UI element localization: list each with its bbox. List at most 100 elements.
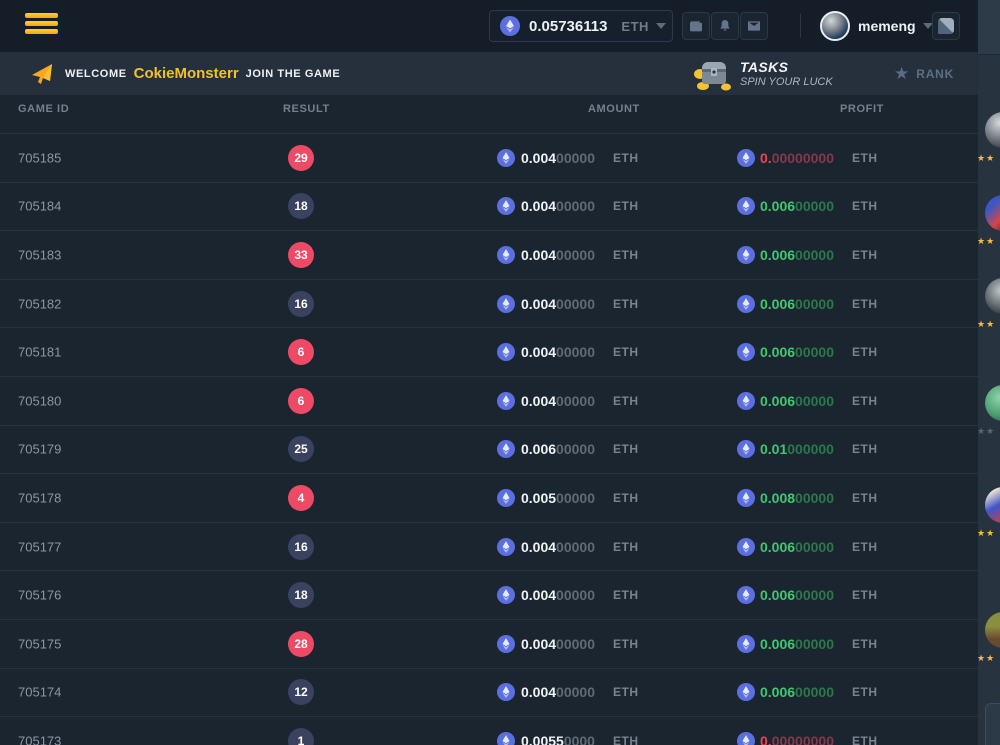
game-id: 705173 bbox=[18, 733, 61, 745]
amount-currency: ETH bbox=[613, 248, 639, 262]
eth-coin-icon bbox=[737, 392, 755, 410]
game-id: 705175 bbox=[18, 636, 61, 651]
table-row[interactable]: 705183 33 0.00400000 ETH 0.00600000 ETH bbox=[0, 230, 978, 279]
table-row[interactable]: 705176 18 0.00400000 ETH 0.00600000 ETH bbox=[0, 570, 978, 619]
eth-coin-icon bbox=[737, 489, 755, 507]
top-bar: 0.05736113 ETH bbox=[0, 0, 978, 52]
balance-selector[interactable]: 0.05736113 ETH bbox=[489, 10, 673, 42]
user-menu[interactable]: memeng bbox=[820, 10, 933, 42]
amount-value: 0.00400000 bbox=[521, 684, 595, 700]
tasks-widget[interactable]: TASKS SPIN YOUR LUCK bbox=[690, 52, 833, 95]
chat-user: ★★ bbox=[977, 487, 1000, 539]
eth-coin-icon bbox=[497, 343, 515, 361]
eth-coin-icon bbox=[737, 149, 755, 167]
table-row[interactable]: 705180 6 0.00400000 ETH 0.00600000 ETH bbox=[0, 376, 978, 425]
amount-value: 0.00600000 bbox=[521, 441, 595, 457]
result-badge: 6 bbox=[288, 388, 314, 414]
profit-currency: ETH bbox=[852, 540, 878, 554]
wallet-icon bbox=[688, 18, 704, 34]
wallet-button[interactable] bbox=[682, 12, 710, 40]
welcome-username: CokieMonsterr bbox=[134, 65, 239, 82]
result-badge: 28 bbox=[288, 631, 314, 657]
table-row[interactable]: 705185 29 0.00400000 ETH 0.00000000 ETH bbox=[0, 133, 978, 182]
chat-user-stars: ★★ bbox=[977, 426, 1000, 437]
result-badge: 12 bbox=[288, 679, 314, 705]
amount-value: 0.00400000 bbox=[521, 539, 595, 555]
result-badge: 16 bbox=[288, 291, 314, 317]
profit-currency: ETH bbox=[852, 199, 878, 213]
eth-coin-icon bbox=[497, 149, 515, 167]
column-header-profit: PROFIT bbox=[840, 103, 884, 115]
eth-coin-icon bbox=[737, 440, 755, 458]
game-id: 705184 bbox=[18, 199, 61, 214]
amount-currency: ETH bbox=[613, 491, 639, 505]
messages-button[interactable] bbox=[740, 12, 768, 40]
table-row[interactable]: 705173 1 0.00550000 ETH 0.00000000 ETH bbox=[0, 716, 978, 745]
profit-value: 0.00600000 bbox=[760, 247, 834, 263]
chat-user: ★★ bbox=[977, 278, 1000, 330]
result-badge: 4 bbox=[288, 485, 314, 511]
eth-coin-icon bbox=[497, 440, 515, 458]
chat-user-avatar[interactable] bbox=[985, 195, 1000, 231]
chat-sidebar: ★★ ★★ ★★ ★★ ★★ ★★ bbox=[978, 0, 1000, 745]
eth-coin-icon bbox=[737, 732, 755, 745]
chat-user-avatar[interactable] bbox=[985, 612, 1000, 648]
table-row[interactable]: 705181 6 0.00400000 ETH 0.00600000 ETH bbox=[0, 327, 978, 376]
chat-user: ★★ bbox=[977, 385, 1000, 437]
table-row[interactable]: 705182 16 0.00400000 ETH 0.00600000 ETH bbox=[0, 279, 978, 328]
amount-currency: ETH bbox=[613, 637, 639, 651]
result-badge: 33 bbox=[288, 242, 314, 268]
amount-currency: ETH bbox=[613, 685, 639, 699]
amount-value: 0.00500000 bbox=[521, 490, 595, 506]
table-row[interactable]: 705177 16 0.00400000 ETH 0.00600000 ETH bbox=[0, 522, 978, 571]
tasks-title: TASKS bbox=[740, 59, 833, 75]
eth-coin-icon bbox=[737, 197, 755, 215]
chevron-down-icon bbox=[656, 23, 666, 29]
table-row[interactable]: 705174 12 0.00400000 ETH 0.00600000 ETH bbox=[0, 668, 978, 717]
profit-currency: ETH bbox=[852, 442, 878, 456]
eth-coin-icon bbox=[737, 586, 755, 604]
amount-currency: ETH bbox=[613, 540, 639, 554]
table-row[interactable]: 705178 4 0.00500000 ETH 0.00800000 ETH bbox=[0, 473, 978, 522]
game-id: 705180 bbox=[18, 393, 61, 408]
game-id: 705177 bbox=[18, 539, 61, 554]
rank-widget[interactable]: ★ RANK bbox=[894, 52, 954, 95]
amount-value: 0.00400000 bbox=[521, 296, 595, 312]
megaphone-icon bbox=[30, 61, 56, 87]
game-id: 705183 bbox=[18, 247, 61, 262]
chat-toggle-button[interactable] bbox=[932, 12, 960, 40]
user-avatar bbox=[820, 11, 850, 41]
profit-currency: ETH bbox=[852, 297, 878, 311]
eth-coin-icon bbox=[737, 295, 755, 313]
eth-coin-icon bbox=[737, 343, 755, 361]
chat-user-avatar[interactable] bbox=[985, 112, 1000, 148]
profit-currency: ETH bbox=[852, 685, 878, 699]
chat-user-avatar[interactable] bbox=[985, 278, 1000, 314]
envelope-icon bbox=[746, 18, 762, 34]
profit-currency: ETH bbox=[852, 637, 878, 651]
table-row[interactable]: 705179 25 0.00600000 ETH 0.01000000 ETH bbox=[0, 425, 978, 474]
chat-user-avatar[interactable] bbox=[985, 487, 1000, 523]
eth-coin-icon bbox=[737, 246, 755, 264]
game-id: 705181 bbox=[18, 345, 61, 360]
chat-input[interactable] bbox=[985, 703, 1000, 745]
profit-currency: ETH bbox=[852, 345, 878, 359]
game-id: 705185 bbox=[18, 150, 61, 165]
profit-value: 0.00600000 bbox=[760, 296, 834, 312]
profit-currency: ETH bbox=[852, 734, 878, 745]
profit-currency: ETH bbox=[852, 588, 878, 602]
table-row[interactable]: 705184 18 0.00400000 ETH 0.00600000 ETH bbox=[0, 182, 978, 231]
chat-user-stars: ★★ bbox=[977, 528, 1000, 539]
table-row[interactable]: 705175 28 0.00400000 ETH 0.00600000 ETH bbox=[0, 619, 978, 668]
result-badge: 25 bbox=[288, 436, 314, 462]
chat-user-avatar[interactable] bbox=[985, 385, 1000, 421]
main-column: 0.05736113 ETH bbox=[0, 0, 978, 745]
result-badge: 29 bbox=[288, 145, 314, 171]
tasks-subtitle: SPIN YOUR LUCK bbox=[740, 76, 833, 88]
eth-coin-icon bbox=[737, 683, 755, 701]
notifications-button[interactable] bbox=[711, 12, 739, 40]
menu-icon[interactable] bbox=[25, 13, 58, 39]
result-badge: 1 bbox=[288, 728, 314, 745]
game-table-body: 705185 29 0.00400000 ETH 0.00000000 ETH … bbox=[0, 133, 978, 745]
result-badge: 16 bbox=[288, 534, 314, 560]
